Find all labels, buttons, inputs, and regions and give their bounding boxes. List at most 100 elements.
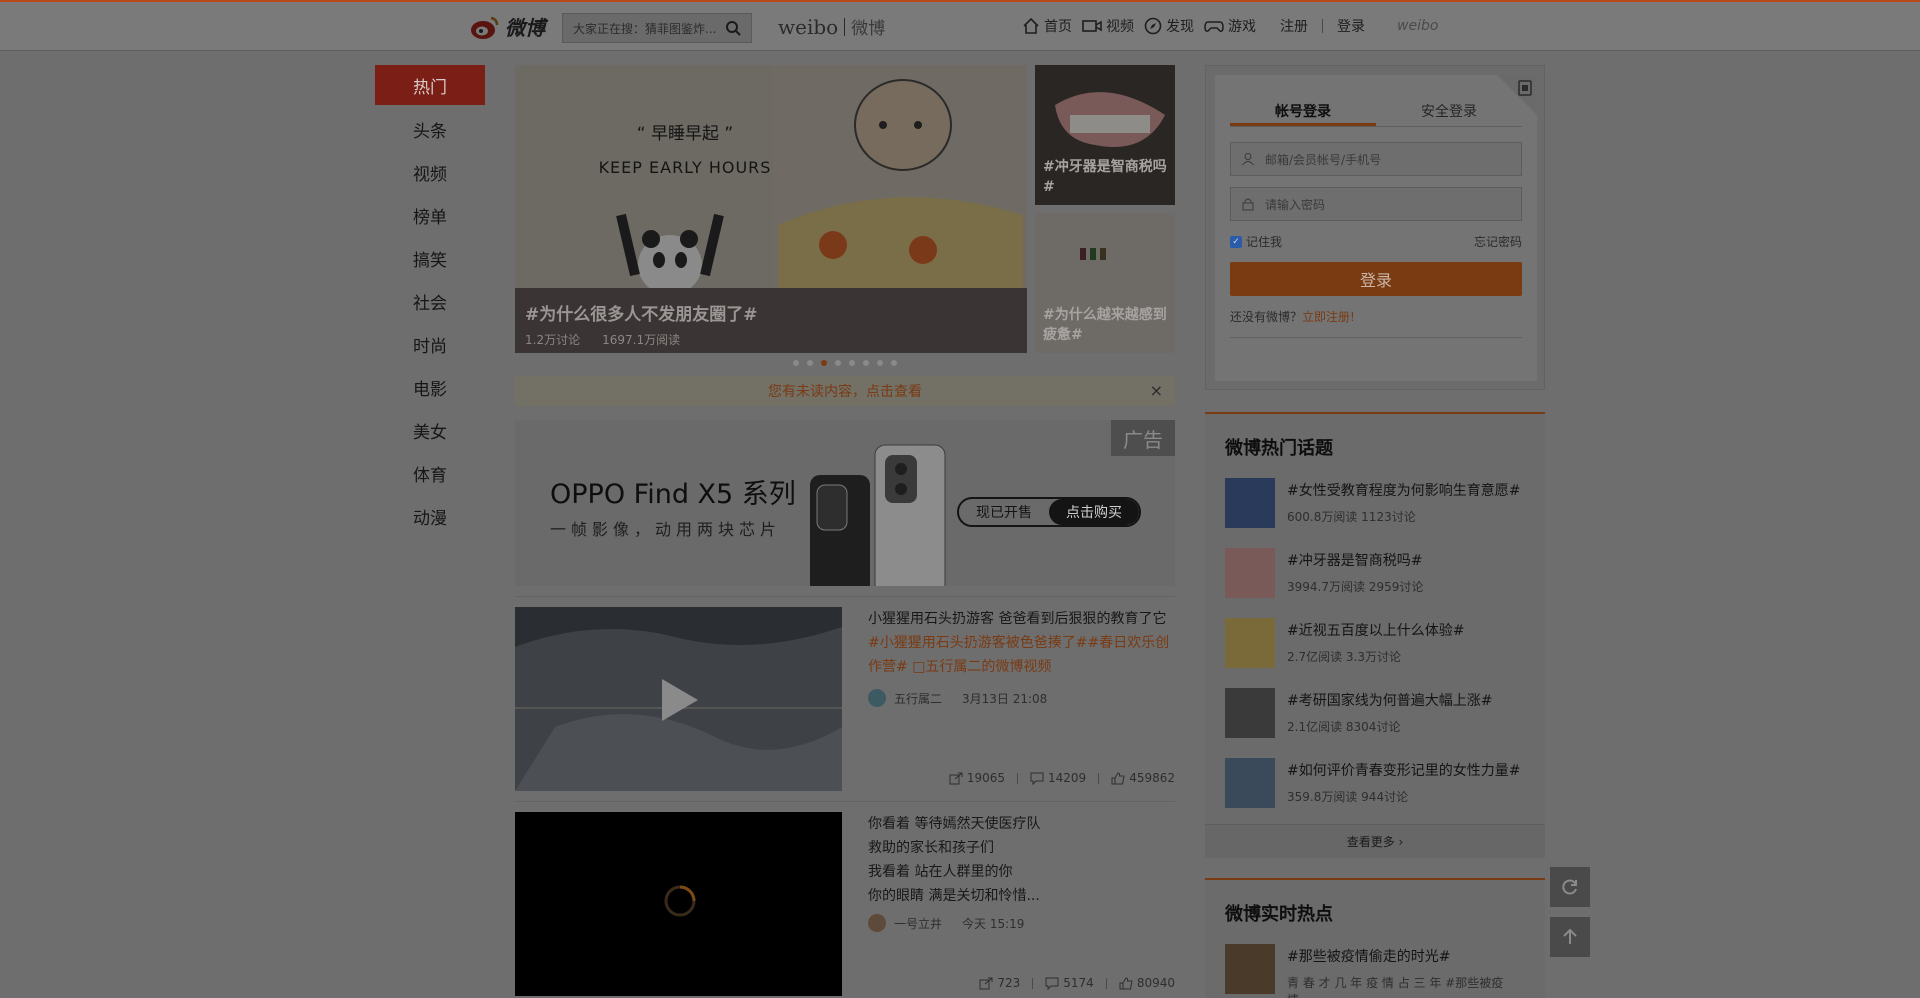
category-headlines[interactable]: 头条 [375, 108, 485, 151]
carousel-dot[interactable] [793, 360, 799, 366]
category-hot[interactable]: 热门 [375, 65, 485, 105]
search-input[interactable]: 大家正在搜：猜菲图鉴炸... [573, 20, 725, 37]
qr-code-icon[interactable] [1497, 75, 1537, 115]
carousel-dot[interactable] [863, 360, 869, 366]
post-video-tag: 五行属二的微博视频 [925, 659, 1052, 675]
post-title[interactable]: 你看着 等待嫣然天使医疗队 救助的家长和孩子们 我看着 站在人群里的你 你的眼睛… [868, 812, 1175, 908]
home-icon [1023, 17, 1039, 34]
topic-title[interactable]: #女性受教育程度为何影响生育意愿# [1287, 480, 1520, 500]
slide-title[interactable]: #为什么很多人不发朋友圈了# [525, 300, 1017, 325]
carousel-dot[interactable] [891, 360, 897, 366]
ad-label: 广告 [1111, 420, 1175, 456]
remember-checkbox[interactable]: ✓ [1230, 235, 1242, 248]
topic-title[interactable]: #如何评价青春变形记里的女性力量# [1287, 760, 1520, 780]
author-name[interactable]: 一号立井 [894, 915, 942, 932]
divider [515, 801, 1175, 802]
password-field[interactable]: 请输入密码 [1230, 187, 1522, 221]
author-name[interactable]: 五行属二 [894, 690, 942, 707]
hot-topic-item[interactable]: #女性受教育程度为何影响生育意愿# 600.8万阅读 1123讨论 [1205, 470, 1545, 540]
topic-title[interactable]: #那些被疫情偷走的时光# [1287, 946, 1525, 966]
carousel-dots [515, 358, 1175, 368]
unread-notice[interactable]: 您有未读内容，点击查看 × [515, 376, 1175, 406]
register-link[interactable]: 注册 [1280, 16, 1308, 36]
post-title[interactable]: 小猩猩用石头扔游客 爸爸看到后狠狠的教育了它 #小猩猩用石头扔游客被色爸揍了##… [868, 607, 1175, 679]
topic-title[interactable]: #近视五百度以上什么体验# [1287, 620, 1464, 640]
category-funny[interactable]: 搞笑 [375, 237, 485, 280]
category-fashion[interactable]: 时尚 [375, 323, 485, 366]
hot-topic-item[interactable]: #近视五百度以上什么体验# 2.7亿阅读 3.3万讨论 [1205, 610, 1545, 680]
play-icon[interactable] [660, 677, 700, 723]
comment-stat[interactable]: 5174 [1045, 976, 1094, 990]
topic-title[interactable]: #冲牙器是智商税吗# [1287, 550, 1423, 570]
nav-discover[interactable]: 发现 [1144, 16, 1194, 36]
username-input[interactable]: 邮箱/会员帐号/手机号 [1265, 151, 1381, 168]
ad-cta-now-on-sale[interactable]: 现已开售 [959, 499, 1049, 525]
realtime-hot-title: 微博实时热点 [1225, 904, 1333, 925]
video-thumbnail[interactable] [515, 812, 842, 996]
nav-games[interactable]: 游戏 [1204, 16, 1256, 36]
password-input[interactable]: 请输入密码 [1265, 196, 1325, 213]
view-more-link[interactable]: 查看更多 › [1205, 824, 1545, 858]
hot-topic-item[interactable]: #如何评价青春变形记里的女性力量# 359.8万阅读 944讨论 [1205, 750, 1545, 820]
avatar[interactable] [868, 689, 886, 707]
carousel-dot[interactable] [877, 360, 883, 366]
feed-post[interactable]: 小猩猩用石头扔游客 爸爸看到后狠狠的教育了它 #小猩猩用石头扔游客被色爸揍了##… [515, 607, 1175, 791]
ad-buy-button[interactable]: 点击购买 [1049, 499, 1139, 525]
forgot-password-link[interactable]: 忘记密码 [1474, 233, 1522, 250]
carousel-dot[interactable] [835, 360, 841, 366]
like-stat[interactable]: 80940 [1119, 976, 1175, 990]
share-stat[interactable]: 723 [979, 976, 1020, 990]
weibo-logo[interactable]: 微博 [469, 12, 545, 41]
remember-me[interactable]: ✓ 记住我 [1230, 233, 1282, 250]
category-anime[interactable]: 动漫 [375, 495, 485, 538]
hot-topic-item[interactable]: #冲牙器是智商税吗# 3994.7万阅读 2959讨论 [1205, 540, 1545, 610]
like-stat[interactable]: 459862 [1111, 771, 1175, 785]
username-field[interactable]: 邮箱/会员帐号/手机号 [1230, 142, 1522, 176]
close-icon[interactable]: × [1150, 381, 1163, 400]
realtime-item[interactable]: #那些被疫情偷走的时光# 青 春 才 几 年 疫 情 占 三 年 #那些被疫情.… [1205, 936, 1545, 998]
search-box[interactable]: 大家正在搜：猜菲图鉴炸... [562, 13, 752, 43]
topic-meta: 600.8万阅读 1123讨论 [1287, 510, 1416, 524]
login-button[interactable]: 登录 [1230, 262, 1522, 296]
category-video[interactable]: 视频 [375, 151, 485, 194]
topic-title[interactable]: #考研国家线为何普遍大幅上涨# [1287, 690, 1492, 710]
hot-topic-item[interactable]: #考研国家线为何普遍大幅上涨# 2.1亿阅读 8304讨论 [1205, 680, 1545, 750]
comment-count: 5174 [1063, 976, 1094, 990]
comment-stat[interactable]: 14209 [1030, 771, 1086, 785]
nav-video[interactable]: 视频 [1082, 16, 1134, 36]
tab-account-login[interactable]: 帐号登录 [1230, 95, 1376, 126]
carousel-dot[interactable] [849, 360, 855, 366]
stat-divider [1017, 772, 1018, 784]
post-body: 小猩猩用石头扔游客 爸爸看到后狠狠的教育了它 #小猩猩用石头扔游客被色爸揍了##… [868, 607, 1175, 791]
top-bar: 微博 大家正在搜：猜菲图鉴炸... weibo 微博 首页 视频 发现 游戏 注… [0, 0, 1920, 51]
video-thumbnail[interactable] [515, 607, 842, 791]
carousel-dot[interactable] [807, 360, 813, 366]
register-now-link[interactable]: 立即注册! [1302, 310, 1355, 324]
share-stat[interactable]: 19065 [949, 771, 1005, 785]
carousel-main-slide[interactable]: “ 早睡早起 ” KEEP EARLY HOURS #为什么很多人不发朋友圈了#… [515, 65, 1027, 353]
category-movies[interactable]: 电影 [375, 366, 485, 409]
brand-wordmark: weibo 微博 [778, 14, 885, 40]
post-video-link[interactable]: □五行属二的微博视频 [912, 659, 1051, 675]
feed-post[interactable]: 你看着 等待嫣然天使医疗队 救助的家长和孩子们 我看着 站在人群里的你 你的眼睛… [515, 812, 1175, 996]
search-icon[interactable] [725, 20, 741, 36]
login-link[interactable]: 登录 [1337, 16, 1365, 36]
carousel-dot-active[interactable] [821, 360, 827, 366]
ad-cta[interactable]: 现已开售 点击购买 [957, 497, 1141, 527]
category-rankings[interactable]: 榜单 [375, 194, 485, 237]
category-society[interactable]: 社会 [375, 280, 485, 323]
carousel-side-slide-2[interactable]: #为什么越来越感到疲惫# [1035, 213, 1175, 353]
nav-home[interactable]: 首页 [1022, 16, 1072, 36]
carousel-side-slide-1[interactable]: #冲牙器是智商税吗# [1035, 65, 1175, 205]
category-beauty[interactable]: 美女 [375, 409, 485, 452]
refresh-button[interactable] [1550, 867, 1590, 907]
category-sidebar: 热门 头条 视频 榜单 搞笑 社会 时尚 电影 美女 体育 动漫 [375, 65, 485, 538]
avatar[interactable] [868, 914, 886, 932]
thumbs-up-icon [1111, 771, 1125, 784]
back-to-top-button[interactable] [1550, 917, 1590, 957]
loading-spinner-icon [664, 885, 696, 917]
stat-divider [1105, 977, 1107, 989]
ad-banner[interactable]: 广告 OPPO Find X5 系列 一帧影像，动用两块芯片 现已开售 点击购买 [515, 420, 1175, 586]
unread-notice-text[interactable]: 您有未读内容，点击查看 [768, 381, 922, 401]
category-sports[interactable]: 体育 [375, 452, 485, 495]
